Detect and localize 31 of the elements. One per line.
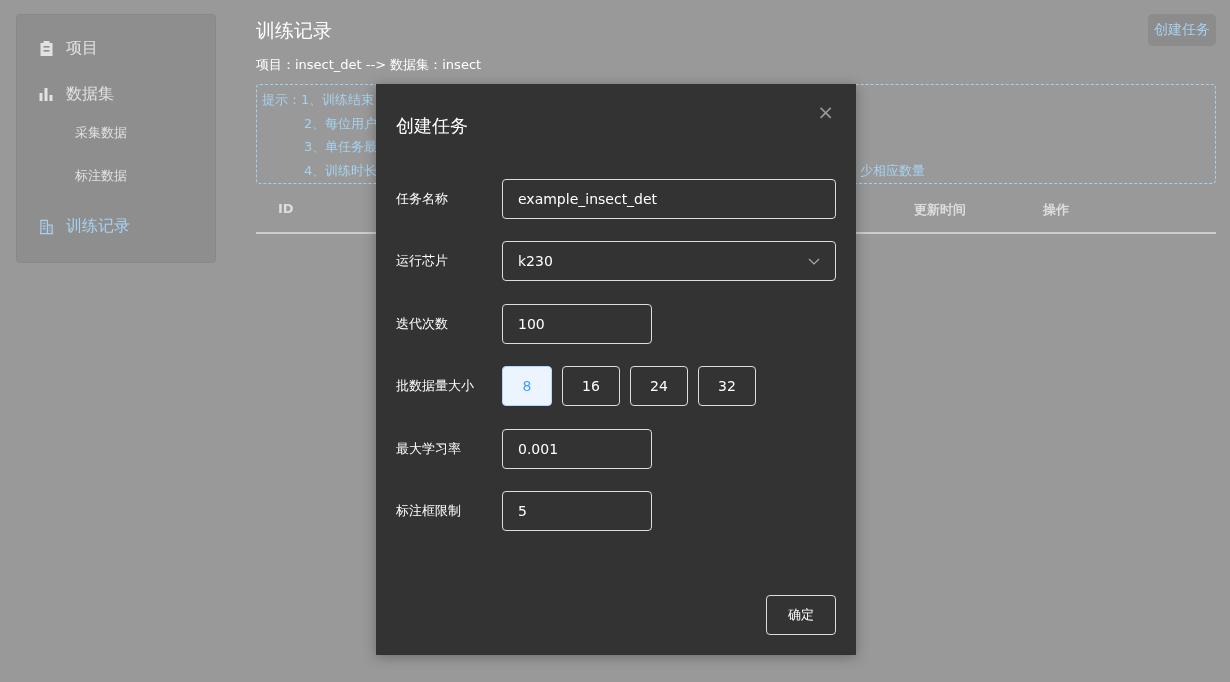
input-field[interactable]: example_insect_det [502,179,836,219]
building-icon [39,218,54,235]
hint-text: 2、每位用户 [304,114,378,133]
hint-text: 少相应数量 [860,161,925,180]
breadcrumb: 项目：insect_det --> 数据集：insect [256,56,483,74]
hint-text: 4、训练时长 [304,161,378,180]
select-field[interactable]: k230 [502,241,836,282]
field-label: 批数据量大小 [396,377,475,396]
page-title: 训练记录 [256,18,332,43]
input-field[interactable]: 5 [502,490,652,531]
batch-size-option[interactable]: 16 [562,366,620,407]
input-field[interactable]: 100 [502,303,652,344]
column-header: 操作 [1043,201,1069,219]
hint-text: 提示：1、训练结束 [262,91,375,109]
field-label: 最大学习率 [396,439,462,458]
column-header: ID [278,201,294,216]
chevron-down-icon [808,257,820,265]
clipboard-icon [39,40,54,57]
column-header: 更新时间 [914,201,966,219]
field-label: 标注框限制 [396,501,462,520]
dialog-title: 创建任务 [396,114,469,138]
close-button[interactable]: × [815,100,836,124]
batch-size-option[interactable]: 24 [630,366,688,407]
field-label: 运行芯片 [396,252,449,271]
input-field[interactable]: 0.001 [502,428,652,469]
field-label: 任务名称 [396,190,449,208]
hint-text: 3、单任务最 [304,138,378,156]
field-label: 迭代次数 [396,314,449,333]
batch-size-option[interactable]: 32 [698,366,756,407]
confirm-button[interactable]: 确定 [766,595,836,635]
bar-chart-icon [39,86,54,103]
